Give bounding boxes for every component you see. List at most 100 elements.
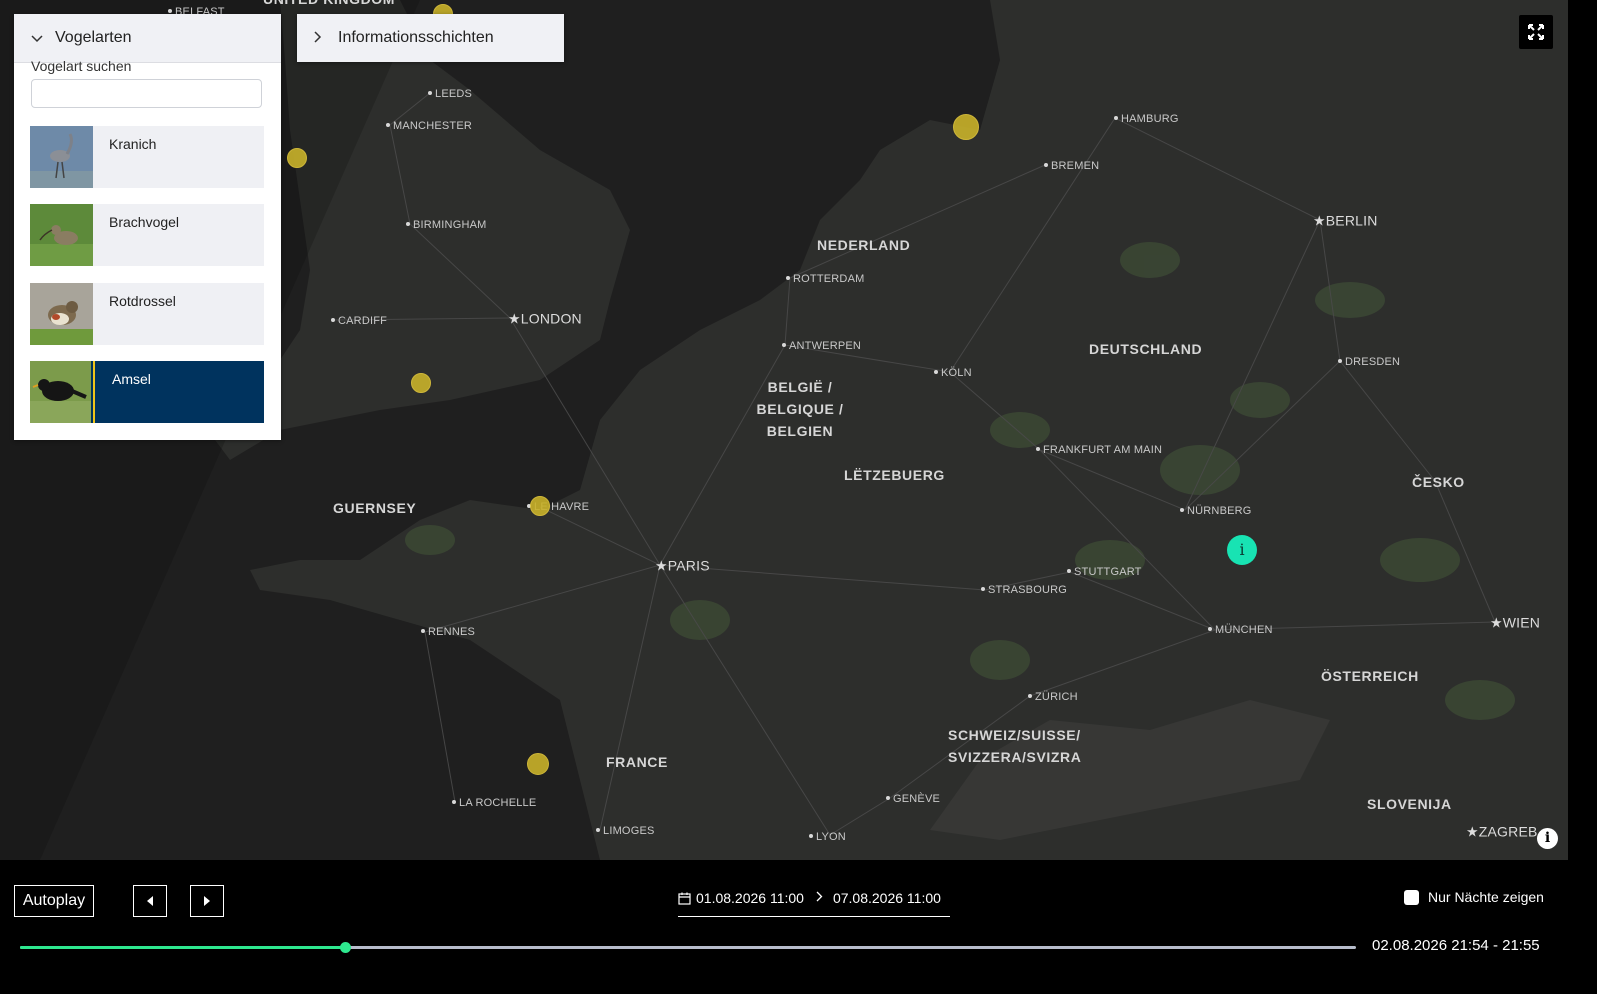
rotdrossel-image bbox=[30, 283, 93, 345]
amsel-image bbox=[30, 361, 95, 423]
start-date[interactable]: 01.08.2026 11:00 bbox=[696, 890, 804, 906]
timeline-progress bbox=[20, 946, 345, 949]
city-name: NÜRNBERG bbox=[1187, 505, 1252, 517]
city-label-lyon: LYON bbox=[809, 831, 846, 843]
info-panel-header[interactable]: Informationsschichten bbox=[297, 14, 564, 62]
timeline-slider-handle[interactable] bbox=[339, 942, 351, 953]
kranich-image bbox=[30, 126, 93, 188]
city-label-birmingham: BIRMINGHAM bbox=[406, 219, 487, 231]
bird-species-panel: Vogelarten Vogelart suchen Kranich Brach… bbox=[14, 14, 281, 440]
capital-star-icon: ★ bbox=[655, 557, 668, 574]
chevron-right-icon bbox=[314, 30, 328, 46]
timeline-controls: Autoplay 01.08.2026 11:00 07.08.2026 11:… bbox=[0, 860, 1568, 976]
next-step-button[interactable] bbox=[190, 885, 224, 917]
end-date[interactable]: 07.08.2026 11:00 bbox=[833, 890, 941, 906]
observation-marker[interactable] bbox=[527, 753, 549, 775]
city-name: LA ROCHELLE bbox=[459, 797, 537, 809]
city-label-stuttgart: STUTTGART bbox=[1067, 566, 1142, 578]
current-time-display: 02.08.2026 21:54 - 21:55 bbox=[1372, 937, 1540, 954]
chevron-down-icon bbox=[31, 31, 45, 46]
city-name: BIRMINGHAM bbox=[413, 219, 487, 231]
triangle-left-icon bbox=[147, 896, 153, 906]
city-name: ZÜRICH bbox=[1035, 691, 1078, 703]
bird-item-amsel[interactable]: Amsel bbox=[30, 361, 264, 423]
search-label: Vogelart suchen bbox=[31, 58, 132, 74]
bird-item-brachvogel[interactable]: Brachvogel bbox=[30, 204, 264, 266]
city-label-hamburg: HAMBURG bbox=[1114, 113, 1179, 125]
city-label-antwerpen: ANTWERPEN bbox=[782, 340, 861, 352]
country-label-france: FRANCE bbox=[606, 754, 668, 770]
triangle-right-icon bbox=[204, 896, 210, 906]
city-label-munchen: MÜNCHEN bbox=[1208, 624, 1273, 636]
capital-star-icon: ★ bbox=[1313, 212, 1326, 229]
city-label-limoges: LIMOGES bbox=[596, 825, 655, 837]
capital-label-zagreb: ★ZAGREB bbox=[1466, 824, 1538, 841]
city-name: BREMEN bbox=[1051, 160, 1100, 172]
country-label-osterreich: ÖSTERREICH bbox=[1321, 668, 1419, 684]
chevron-right-icon bbox=[816, 890, 823, 905]
capital-name: BERLIN bbox=[1325, 212, 1378, 229]
fullscreen-button[interactable] bbox=[1519, 15, 1553, 49]
capital-name: ZAGREB bbox=[1478, 823, 1538, 840]
city-name: ROTTERDAM bbox=[793, 273, 865, 285]
fullscreen-icon bbox=[1528, 24, 1544, 40]
city-name: LYON bbox=[816, 831, 846, 843]
capital-name: WIEN bbox=[1502, 614, 1541, 631]
nights-label: Nur Nächte zeigen bbox=[1428, 889, 1544, 905]
attribution-info-icon[interactable]: i bbox=[1537, 828, 1558, 849]
city-label-manchester: MANCHESTER bbox=[386, 120, 472, 132]
capital-label-berlin: ★BERLIN bbox=[1313, 213, 1378, 230]
observation-marker[interactable] bbox=[953, 114, 979, 140]
calendar-icon bbox=[678, 892, 691, 905]
bird-panel-title: Vogelarten bbox=[55, 29, 132, 46]
city-label-koln: KÖLN bbox=[934, 367, 972, 379]
city-name: STUTTGART bbox=[1074, 566, 1142, 578]
city-label-geneve: GENÈVE bbox=[886, 793, 940, 805]
info-panel-title: Informationsschichten bbox=[338, 29, 494, 46]
bird-name: Kranich bbox=[109, 136, 157, 152]
date-range-picker[interactable]: 01.08.2026 11:00 07.08.2026 11:00 bbox=[678, 890, 950, 917]
city-label-rotterdam: ROTTERDAM bbox=[786, 273, 864, 285]
city-label-cardiff: CARDIFF bbox=[331, 315, 387, 327]
bird-search-input[interactable] bbox=[31, 79, 262, 108]
nights-only-toggle[interactable]: Nur Nächte zeigen bbox=[1404, 889, 1544, 905]
city-name: GENÈVE bbox=[893, 793, 941, 805]
bird-name: Rotdrossel bbox=[109, 293, 176, 309]
info-marker-icon[interactable]: i bbox=[1227, 535, 1257, 565]
city-name: LEEDS bbox=[435, 88, 473, 100]
capital-label-paris: ★PARIS bbox=[655, 558, 710, 575]
observation-marker[interactable] bbox=[411, 373, 431, 393]
capital-name: LONDON bbox=[520, 310, 582, 327]
country-label-slovenija: SLOVENIJA bbox=[1367, 796, 1452, 812]
city-name: DRESDEN bbox=[1345, 356, 1401, 368]
bird-item-kranich[interactable]: Kranich bbox=[30, 126, 264, 188]
information-layers-panel[interactable]: Informationsschichten bbox=[297, 14, 564, 62]
city-name: LIMOGES bbox=[603, 825, 655, 837]
autoplay-button[interactable]: Autoplay bbox=[14, 885, 94, 917]
city-name: KÖLN bbox=[941, 367, 972, 379]
country-label-united-kingdom: UNITED KINGDOM bbox=[263, 0, 395, 10]
capital-star-icon: ★ bbox=[1490, 614, 1503, 631]
nights-checkbox[interactable] bbox=[1404, 889, 1419, 905]
country-label-belgie: BELGIË / BELGIQUE / BELGIEN bbox=[756, 379, 844, 439]
city-name: MANCHESTER bbox=[393, 120, 473, 132]
city-label-la-rochelle: LA ROCHELLE bbox=[452, 797, 536, 809]
country-label-nederland: NEDERLAND bbox=[817, 237, 911, 253]
country-label-guernsey: GUERNSEY bbox=[333, 500, 417, 516]
city-name: HAMBURG bbox=[1121, 113, 1179, 125]
bird-panel-header[interactable]: Vogelarten bbox=[14, 14, 281, 63]
bird-name: Brachvogel bbox=[109, 214, 180, 230]
previous-step-button[interactable] bbox=[133, 885, 167, 917]
capital-star-icon: ★ bbox=[1466, 823, 1479, 840]
capital-label-wien: ★WIEN bbox=[1490, 615, 1540, 632]
city-name: MÜNCHEN bbox=[1215, 624, 1273, 636]
timeline-slider[interactable] bbox=[20, 942, 1356, 953]
city-label-strasbourg: STRASBOURG bbox=[981, 584, 1067, 596]
city-name: ANTWERPEN bbox=[789, 340, 862, 352]
city-label-frankfurt: FRANKFURT AM MAIN bbox=[1036, 444, 1162, 456]
observation-marker[interactable] bbox=[287, 148, 307, 168]
country-label-letzebuerg: LËTZEBUERG bbox=[844, 467, 945, 483]
observation-marker[interactable] bbox=[530, 496, 550, 516]
bird-item-rotdrossel[interactable]: Rotdrossel bbox=[30, 283, 264, 345]
city-label-rennes: RENNES bbox=[421, 626, 475, 638]
